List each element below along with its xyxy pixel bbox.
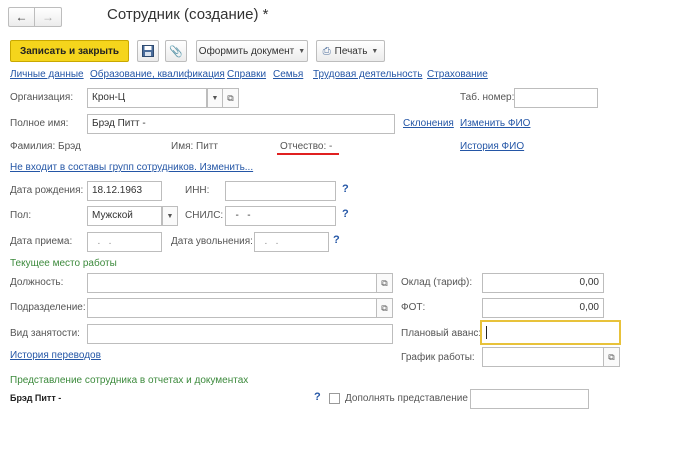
hire-date-field[interactable]: . . — [87, 232, 162, 252]
organization-open-button[interactable]: ⧉ — [223, 88, 239, 108]
presentation-section-title: Представление сотрудника в отчетах и док… — [10, 375, 249, 386]
position-label: Должность: — [10, 277, 64, 288]
dismissal-date-field[interactable]: . . — [254, 232, 329, 252]
print-label: Печать — [334, 45, 368, 57]
employment-type-label: Вид занятости: — [10, 328, 80, 339]
schedule-open-button[interactable]: ⧉ — [604, 347, 620, 367]
dropdown-caret-icon: ▼ — [298, 47, 306, 55]
patronymic-underline — [277, 153, 339, 155]
fot-label: ФОТ: — [401, 302, 426, 313]
chevron-down-icon: ▼ — [166, 212, 174, 220]
forward-button[interactable]: → — [35, 7, 62, 27]
snils-field[interactable]: - - — [225, 206, 336, 226]
department-field[interactable] — [87, 298, 377, 318]
save-button[interactable] — [137, 40, 159, 62]
nav-link-insurance[interactable]: Страхование — [427, 69, 488, 80]
snils-label: СНИЛС: — [185, 210, 224, 221]
nav-link-education[interactable]: Образование, квалификация — [90, 69, 225, 80]
tab-number-field[interactable] — [514, 88, 598, 108]
floppy-icon — [142, 45, 154, 57]
chevron-down-icon: ▼ — [211, 94, 219, 102]
attach-button[interactable]: 📎 — [165, 40, 187, 62]
department-open-button[interactable]: ⧉ — [377, 298, 393, 318]
print-button[interactable]: ⎙ Печать ▼ — [316, 40, 385, 62]
gender-label: Пол: — [10, 210, 32, 221]
organization-label: Организация: — [10, 92, 74, 103]
surname-text: Фамилия: Брэд — [10, 141, 81, 152]
issue-document-label: Оформить документ — [198, 45, 295, 57]
birth-date-label: Дата рождения: — [10, 185, 84, 196]
back-button[interactable]: ← — [8, 7, 35, 27]
dropdown-caret-icon: ▼ — [371, 47, 379, 55]
extend-presentation-checkbox[interactable] — [329, 393, 340, 404]
advance-label: Плановый аванс: — [401, 328, 482, 339]
presentation-help-icon[interactable]: ? — [314, 391, 321, 403]
nav-link-employment[interactable]: Трудовая деятельность — [313, 69, 422, 80]
extend-presentation-label: Дополнять представление — [345, 393, 468, 404]
nav-link-certificates[interactable]: Справки — [227, 69, 266, 80]
inn-field[interactable] — [225, 181, 336, 201]
text-cursor — [486, 326, 487, 339]
tab-number-label: Таб. номер: — [460, 92, 515, 103]
workplace-section-title: Текущее место работы — [10, 258, 117, 269]
schedule-field[interactable] — [482, 347, 604, 367]
employment-type-field[interactable] — [87, 324, 393, 344]
fio-history-link[interactable]: История ФИО — [460, 141, 524, 152]
snils-help-icon[interactable]: ? — [342, 208, 349, 220]
salary-label: Оклад (тариф): — [401, 277, 473, 288]
transfers-history-link[interactable]: История переводов — [10, 350, 101, 361]
save-and-close-button[interactable]: Записать и закрыть — [10, 40, 129, 62]
arrow-left-icon: ← — [15, 10, 28, 24]
nav-link-family[interactable]: Семья — [273, 69, 303, 80]
full-name-field[interactable]: Брэд Питт - — [87, 114, 395, 134]
salary-field[interactable]: 0,00 — [482, 273, 604, 293]
organization-field[interactable]: Крон-Ц — [87, 88, 207, 108]
name-text: Имя: Питт — [171, 141, 218, 152]
department-label: Подразделение: — [10, 302, 86, 313]
organization-dropdown-button[interactable]: ▼ — [207, 88, 223, 108]
inn-help-icon[interactable]: ? — [342, 183, 349, 195]
issue-document-button[interactable]: Оформить документ ▼ — [196, 40, 308, 62]
declensions-link[interactable]: Склонения — [403, 118, 454, 129]
open-window-icon: ⧉ — [608, 351, 615, 362]
dismissal-date-label: Дата увольнения: — [171, 236, 253, 247]
dismissal-help-icon[interactable]: ? — [333, 234, 340, 246]
patronymic-text: Отчество: - — [280, 141, 333, 152]
position-field[interactable] — [87, 273, 377, 293]
presentation-value: Брэд Питт - — [10, 393, 62, 403]
open-window-icon: ⧉ — [381, 302, 388, 313]
printer-icon: ⎙ — [322, 45, 331, 57]
birth-date-field[interactable]: 18.12.1963 — [87, 181, 162, 201]
nav-link-personal[interactable]: Личные данные — [10, 69, 84, 80]
position-open-button[interactable]: ⧉ — [377, 273, 393, 293]
inn-label: ИНН: — [185, 185, 210, 196]
paperclip-icon: 📎 — [169, 45, 183, 58]
fot-field[interactable]: 0,00 — [482, 298, 604, 318]
window-title: Сотрудник (создание) * — [107, 6, 269, 23]
save-and-close-label: Записать и закрыть — [19, 45, 120, 57]
schedule-label: График работы: — [401, 352, 475, 363]
gender-dropdown-button[interactable]: ▼ — [162, 206, 178, 226]
groups-link[interactable]: Не входит в составы групп сотрудников. И… — [10, 162, 253, 173]
change-fio-link[interactable]: Изменить ФИО — [460, 118, 530, 129]
presentation-extra-field[interactable] — [470, 389, 589, 409]
gender-field[interactable]: Мужской — [87, 206, 162, 226]
hire-date-label: Дата приема: — [10, 236, 73, 247]
advance-field[interactable] — [480, 320, 621, 345]
arrow-right-icon: → — [42, 10, 54, 24]
open-window-icon: ⧉ — [381, 277, 388, 288]
open-window-icon: ⧉ — [227, 92, 234, 103]
full-name-label: Полное имя: — [10, 118, 69, 129]
